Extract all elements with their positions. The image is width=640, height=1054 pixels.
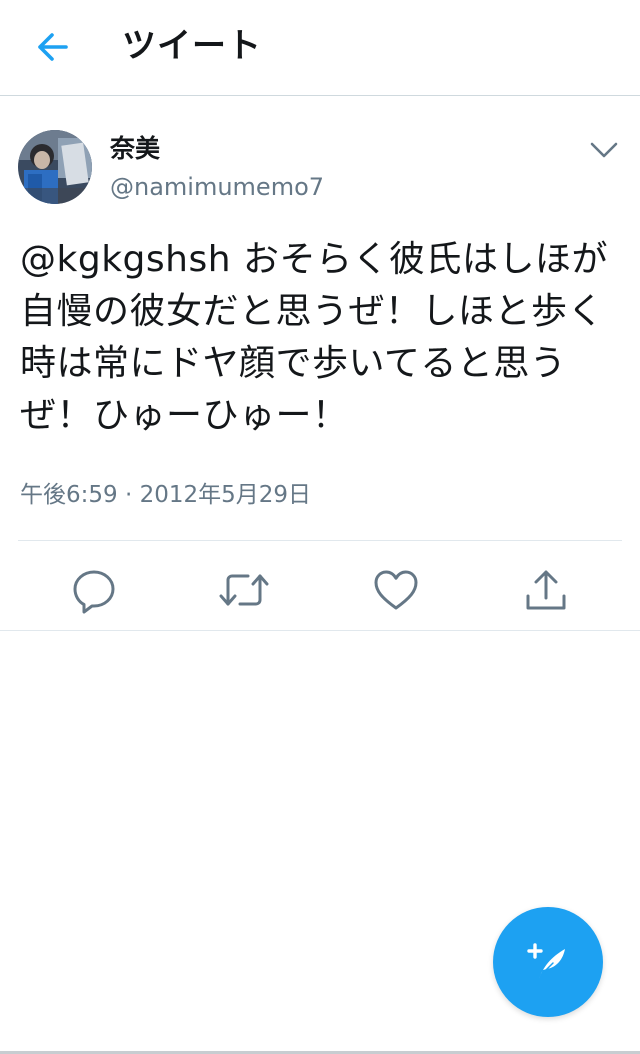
like-button[interactable] bbox=[368, 562, 424, 618]
chevron-down-icon bbox=[590, 142, 618, 158]
heart-icon bbox=[374, 570, 418, 610]
share-icon bbox=[526, 570, 566, 610]
compose-tweet-icon bbox=[527, 943, 565, 979]
tweet-text: @kgkgshsh おそらく彼氏はしほが自慢の彼女だと思うぜ！しほと歩く時は常に… bbox=[20, 234, 620, 442]
share-button[interactable] bbox=[518, 562, 574, 618]
divider bbox=[0, 630, 640, 631]
retweet-icon bbox=[219, 574, 269, 606]
author-handle[interactable]: @namimumemo7 bbox=[110, 170, 324, 204]
retweet-button[interactable] bbox=[216, 562, 272, 618]
tweet-action-bar bbox=[0, 552, 640, 628]
page-title: ツイート bbox=[122, 26, 262, 66]
divider bbox=[18, 540, 622, 541]
avatar[interactable] bbox=[18, 130, 92, 204]
header-bar: ツイート bbox=[0, 0, 640, 96]
tweet-timestamp[interactable]: 午後6:59 · 2012年5月29日 bbox=[20, 478, 311, 512]
reply-icon bbox=[73, 570, 115, 614]
back-button[interactable] bbox=[28, 25, 76, 69]
mention-link[interactable]: @kgkgshsh bbox=[20, 239, 231, 280]
arrow-left-icon bbox=[38, 33, 68, 61]
reply-button[interactable] bbox=[66, 562, 122, 618]
compose-tweet-button[interactable] bbox=[493, 907, 603, 1017]
author-display-name[interactable]: 奈美 bbox=[110, 132, 160, 166]
tweet-menu-button[interactable] bbox=[584, 132, 624, 168]
avatar-photo bbox=[18, 130, 92, 204]
